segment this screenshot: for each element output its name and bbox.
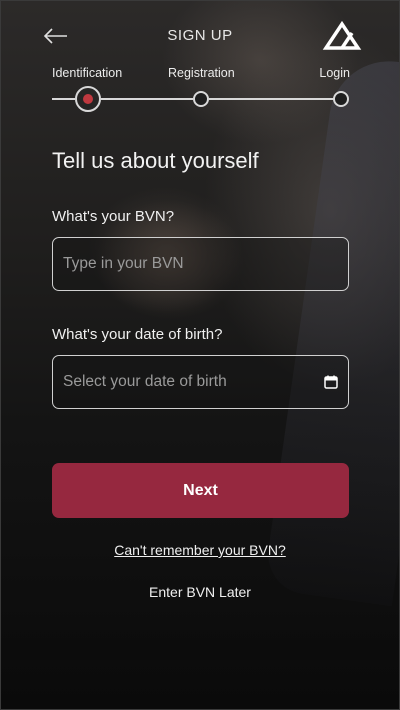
bvn-input[interactable] — [53, 238, 348, 290]
enter-bvn-later-link[interactable]: Enter BVN Later — [0, 584, 400, 600]
dob-label: What's your date of birth? — [52, 326, 223, 343]
step-label-identification: Identification — [52, 66, 123, 80]
dob-field-box — [52, 355, 349, 409]
triangle-logo-icon — [322, 20, 362, 50]
step-dot-identification-active — [75, 86, 101, 112]
step-label-registration: Registration — [168, 66, 235, 80]
cant-remember-bvn-link[interactable]: Can't remember your BVN? — [0, 542, 400, 558]
bvn-field-box — [52, 237, 349, 291]
step-line-2 — [209, 98, 335, 100]
header: SIGN UP — [0, 18, 400, 54]
step-label-login: Login — [319, 66, 350, 80]
bvn-label: What's your BVN? — [52, 208, 175, 225]
step-line-1 — [101, 98, 193, 100]
step-dot-registration — [193, 91, 209, 107]
calendar-icon[interactable] — [324, 375, 338, 389]
form-heading: Tell us about yourself — [52, 148, 259, 173]
signup-progress-stepper: Identification Registration Login — [52, 66, 350, 116]
next-button[interactable]: Next — [52, 463, 349, 518]
step-line-start — [52, 98, 75, 100]
signup-screen: SIGN UP Identification Registration Logi… — [0, 0, 400, 710]
dob-input[interactable] — [53, 356, 348, 408]
step-dot-login — [333, 91, 349, 107]
